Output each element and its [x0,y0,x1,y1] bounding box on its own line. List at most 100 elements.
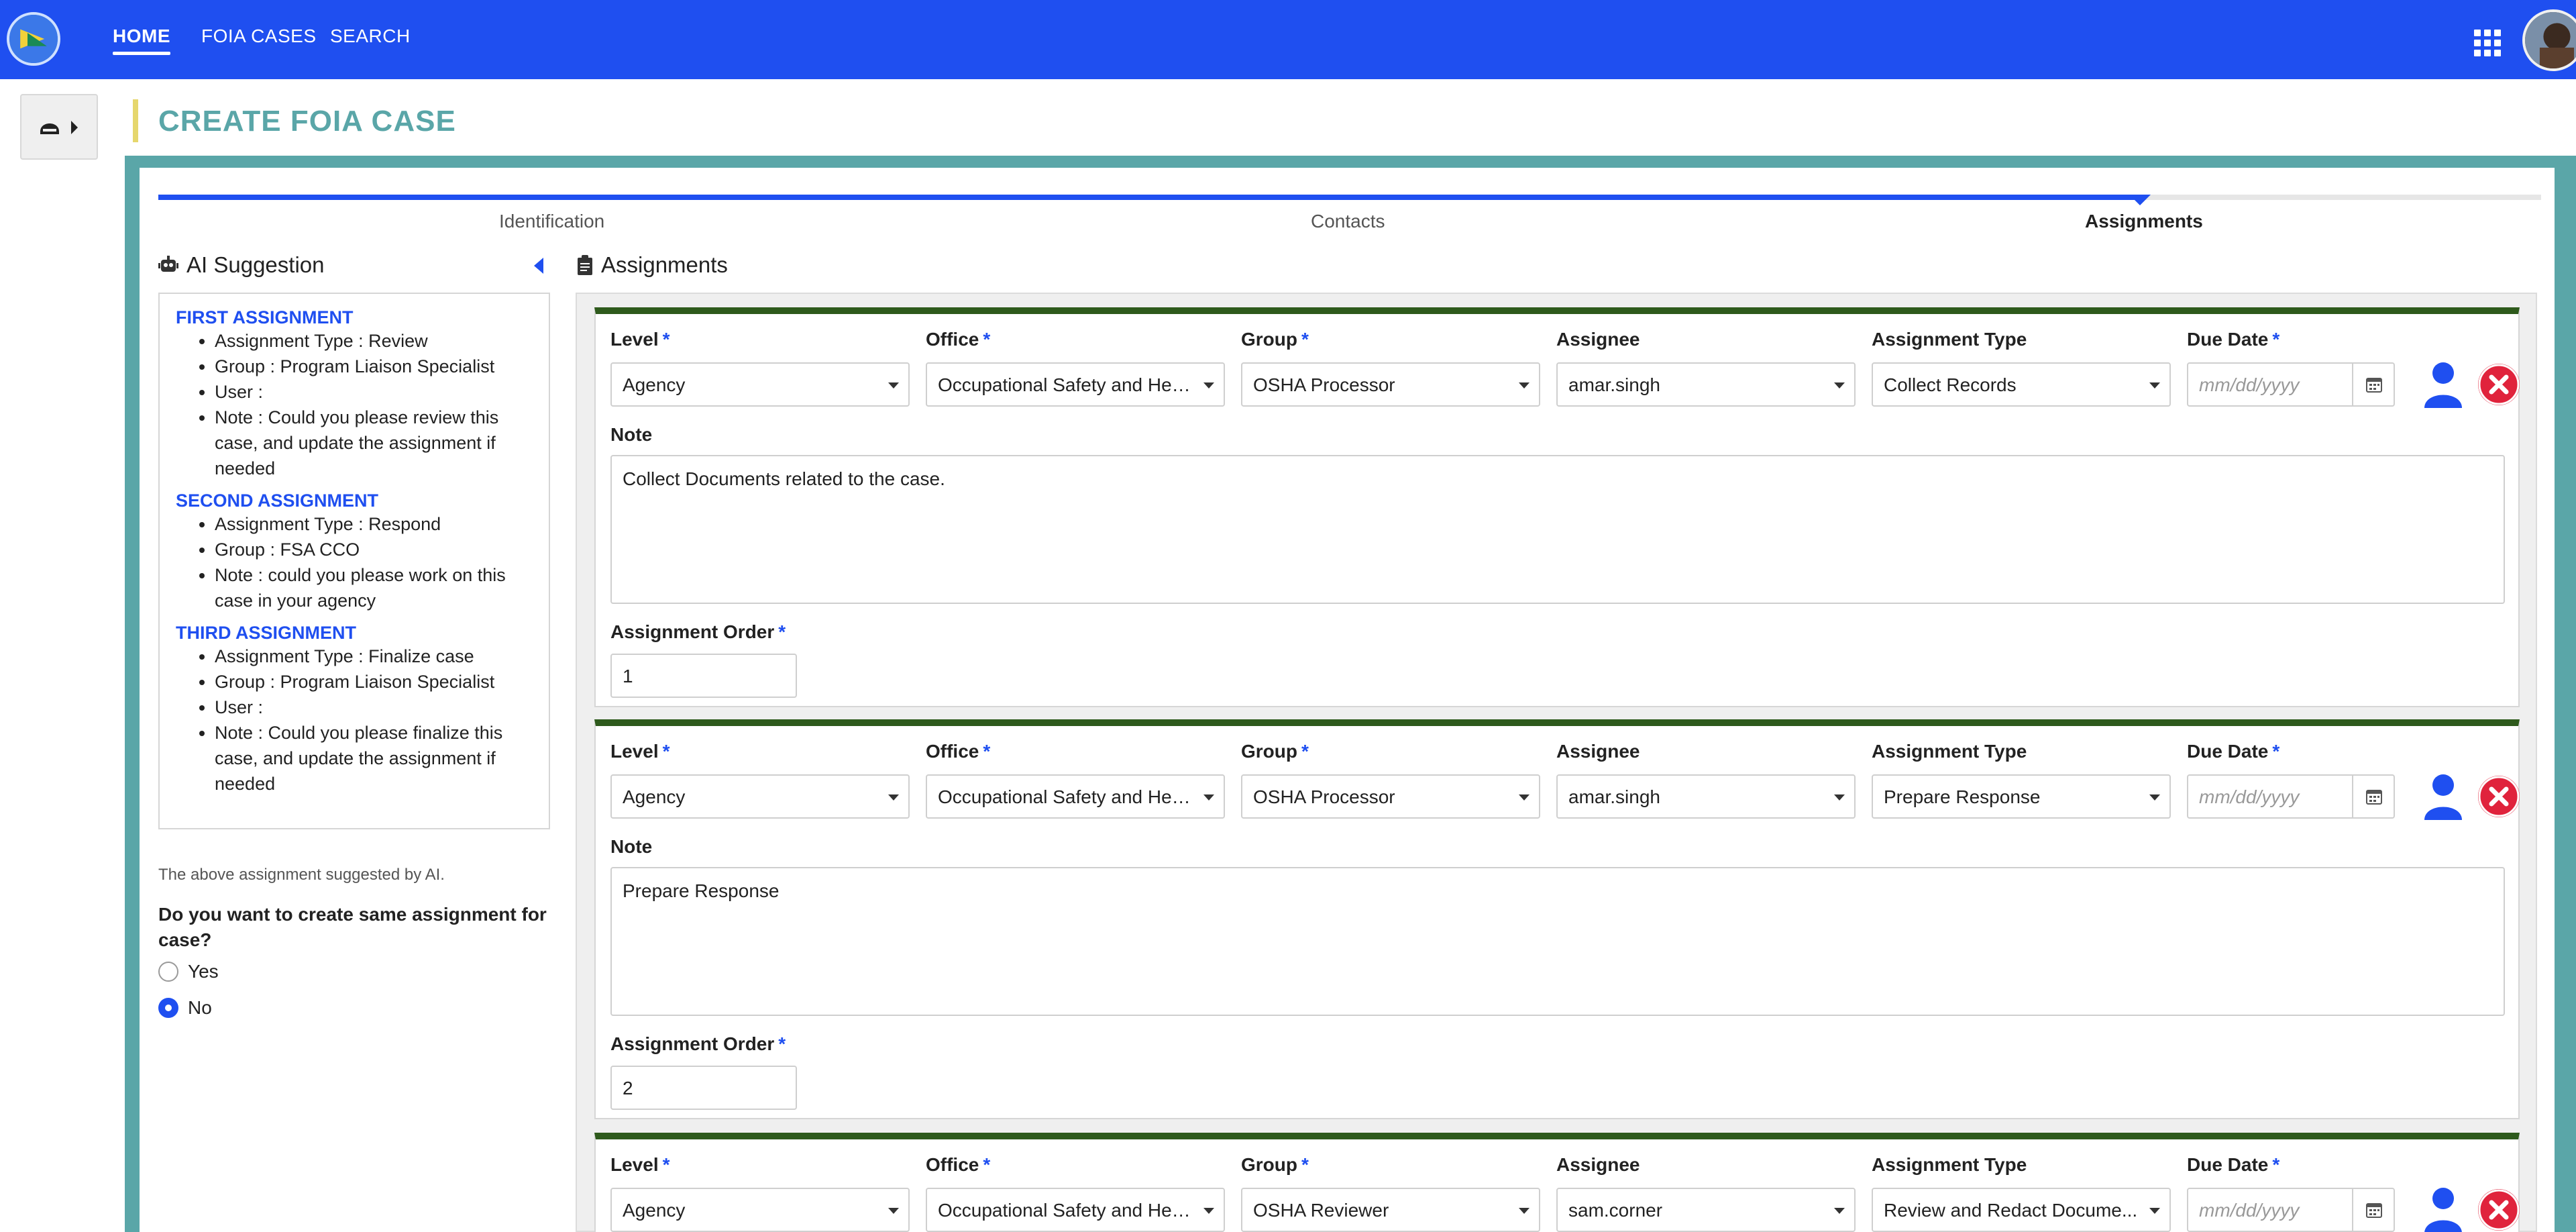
assignee-select[interactable]: sam.corner [1556,1188,1856,1232]
ai-section-title: THIRD ASSIGNMENT [176,623,356,643]
radio-yes-label: Yes [188,961,219,982]
collapse-left-icon[interactable] [534,258,543,274]
office-select[interactable]: Occupational Safety and Hea... [926,1188,1225,1232]
ai-suggestion-header: AI Suggestion [158,252,324,278]
due-date-input[interactable]: mm/dd/yyyy [2187,774,2395,819]
list-item: Group : Program Liaison Specialist [215,354,535,379]
level-label: Level * [610,329,670,350]
assignment-order-label: Assignment Order * [610,621,786,642]
ai-question: Do you want to create same assignment fo… [158,904,547,950]
level-label: Level * [610,1154,670,1175]
assignment-type-label: Assignment Type [1872,1154,2027,1175]
assignment-type-select[interactable]: Prepare Response [1872,774,2171,819]
office-label: Office * [926,1154,991,1175]
assign-user-icon[interactable] [2422,773,2465,820]
radio-yes-row[interactable]: Yes [158,961,219,982]
nav-search[interactable]: SEARCH [330,25,411,47]
chevron-down-icon [888,794,899,801]
office-label: Office * [926,329,991,350]
app-logo-icon[interactable] [7,12,60,66]
ai-disclaimer: The above assignment suggested by AI. [158,866,445,884]
due-date-input[interactable]: mm/dd/yyyy [2187,1188,2395,1232]
assignment-type-select[interactable]: Review and Redact Docume... [1872,1188,2171,1232]
group-label: Group * [1241,329,1309,350]
assignment-type-select[interactable]: Collect Records [1872,362,2171,407]
chevron-down-icon [1203,382,1214,389]
chevron-down-icon [1519,794,1529,801]
calendar-icon[interactable] [2352,1189,2394,1231]
nav-foia-cases[interactable]: FOIA CASES [201,25,317,47]
note-textarea[interactable]: Collect Documents related to the case. [610,455,2505,604]
step-identification[interactable]: Identification [499,211,604,232]
group-select[interactable]: OSHA Processor [1241,362,1540,407]
group-label: Group * [1241,741,1309,762]
assignment-order-input[interactable]: 2 [610,1066,797,1110]
assignments-container: Level * Office * Group * Assignee Assignmen… [576,293,2537,1232]
assignee-select[interactable]: amar.singh [1556,774,1856,819]
level-select[interactable]: Agency [610,774,910,819]
chevron-down-icon [1834,382,1845,389]
stepper-progress [158,195,2144,200]
group-select[interactable]: OSHA Processor [1241,774,1540,819]
assignment-card: Level * Office * Group * Assignee Assignmen… [594,719,2520,1119]
ai-section-title: FIRST ASSIGNMENT [176,307,354,327]
assignee-select[interactable]: amar.singh [1556,362,1856,407]
group-select[interactable]: OSHA Reviewer [1241,1188,1540,1232]
level-label: Level * [610,741,670,762]
radio-yes[interactable] [158,962,178,982]
user-avatar[interactable] [2522,9,2576,71]
assignment-card: Level * Office * Group * Assignee Assignmen… [594,1133,2520,1232]
due-date-input[interactable]: mm/dd/yyyy [2187,362,2395,407]
apps-grid-icon[interactable] [2474,30,2501,56]
assign-user-icon[interactable] [2422,1186,2465,1232]
chevron-down-icon [1203,794,1214,801]
assign-user-icon[interactable] [2422,361,2465,408]
assignment-order-input[interactable]: 1 [610,654,797,698]
note-textarea[interactable]: Prepare Response [610,867,2505,1016]
chevron-down-icon [1834,1208,1845,1214]
remove-assignment-icon[interactable] [2478,1189,2520,1231]
chevron-down-icon [2149,1208,2160,1214]
assignment-type-label: Assignment Type [1872,741,2027,762]
calendar-icon[interactable] [2352,776,2394,817]
radio-no-row[interactable]: No [158,997,212,1019]
office-select[interactable]: Occupational Safety and Hea... [926,362,1225,407]
list-item: Group : FSA CCO [215,537,535,562]
ai-section-list: Assignment Type : Finalize case Group : … [176,644,535,797]
ai-section-title: SECOND ASSIGNMENT [176,491,379,511]
note-label: Note [610,836,653,857]
step-assignments[interactable]: Assignments [2085,211,2203,232]
chevron-down-icon [1519,382,1529,389]
assignment-card: Level * Office * Group * Assignee Assignmen… [594,307,2520,707]
sidebar-toggle[interactable] [20,94,98,160]
top-navbar: HOME FOIA CASES SEARCH [0,0,2576,79]
list-item: Group : Program Liaison Specialist [215,669,535,695]
level-select[interactable]: Agency [610,362,910,407]
ai-section-list: Assignment Type : Review Group : Program… [176,328,535,481]
radio-no[interactable] [158,998,178,1018]
list-item: Assignment Type : Review [215,328,535,354]
chevron-down-icon [2149,382,2160,389]
level-select[interactable]: Agency [610,1188,910,1232]
office-label: Office * [926,741,991,762]
step-contacts[interactable]: Contacts [1311,211,1385,232]
list-item: Assignment Type : Respond [215,511,535,537]
clipboard-icon [578,255,592,275]
title-accent-bar [133,99,138,142]
due-date-label: Due Date * [2187,329,2280,350]
remove-assignment-icon[interactable] [2478,364,2520,405]
due-date-label: Due Date * [2187,741,2280,762]
remove-assignment-icon[interactable] [2478,776,2520,817]
note-label: Note [610,424,653,445]
assignment-type-label: Assignment Type [1872,329,2027,350]
group-label: Group * [1241,1154,1309,1175]
ai-suggestion-title: AI Suggestion [186,252,325,277]
list-item: User : [215,695,535,720]
assignments-header: Assignments [577,252,728,278]
calendar-icon[interactable] [2352,364,2394,405]
assignee-label: Assignee [1556,329,1640,350]
assignee-label: Assignee [1556,741,1640,762]
radio-no-label: No [188,997,212,1018]
nav-home[interactable]: HOME [113,25,170,55]
office-select[interactable]: Occupational Safety and Hea... [926,774,1225,819]
